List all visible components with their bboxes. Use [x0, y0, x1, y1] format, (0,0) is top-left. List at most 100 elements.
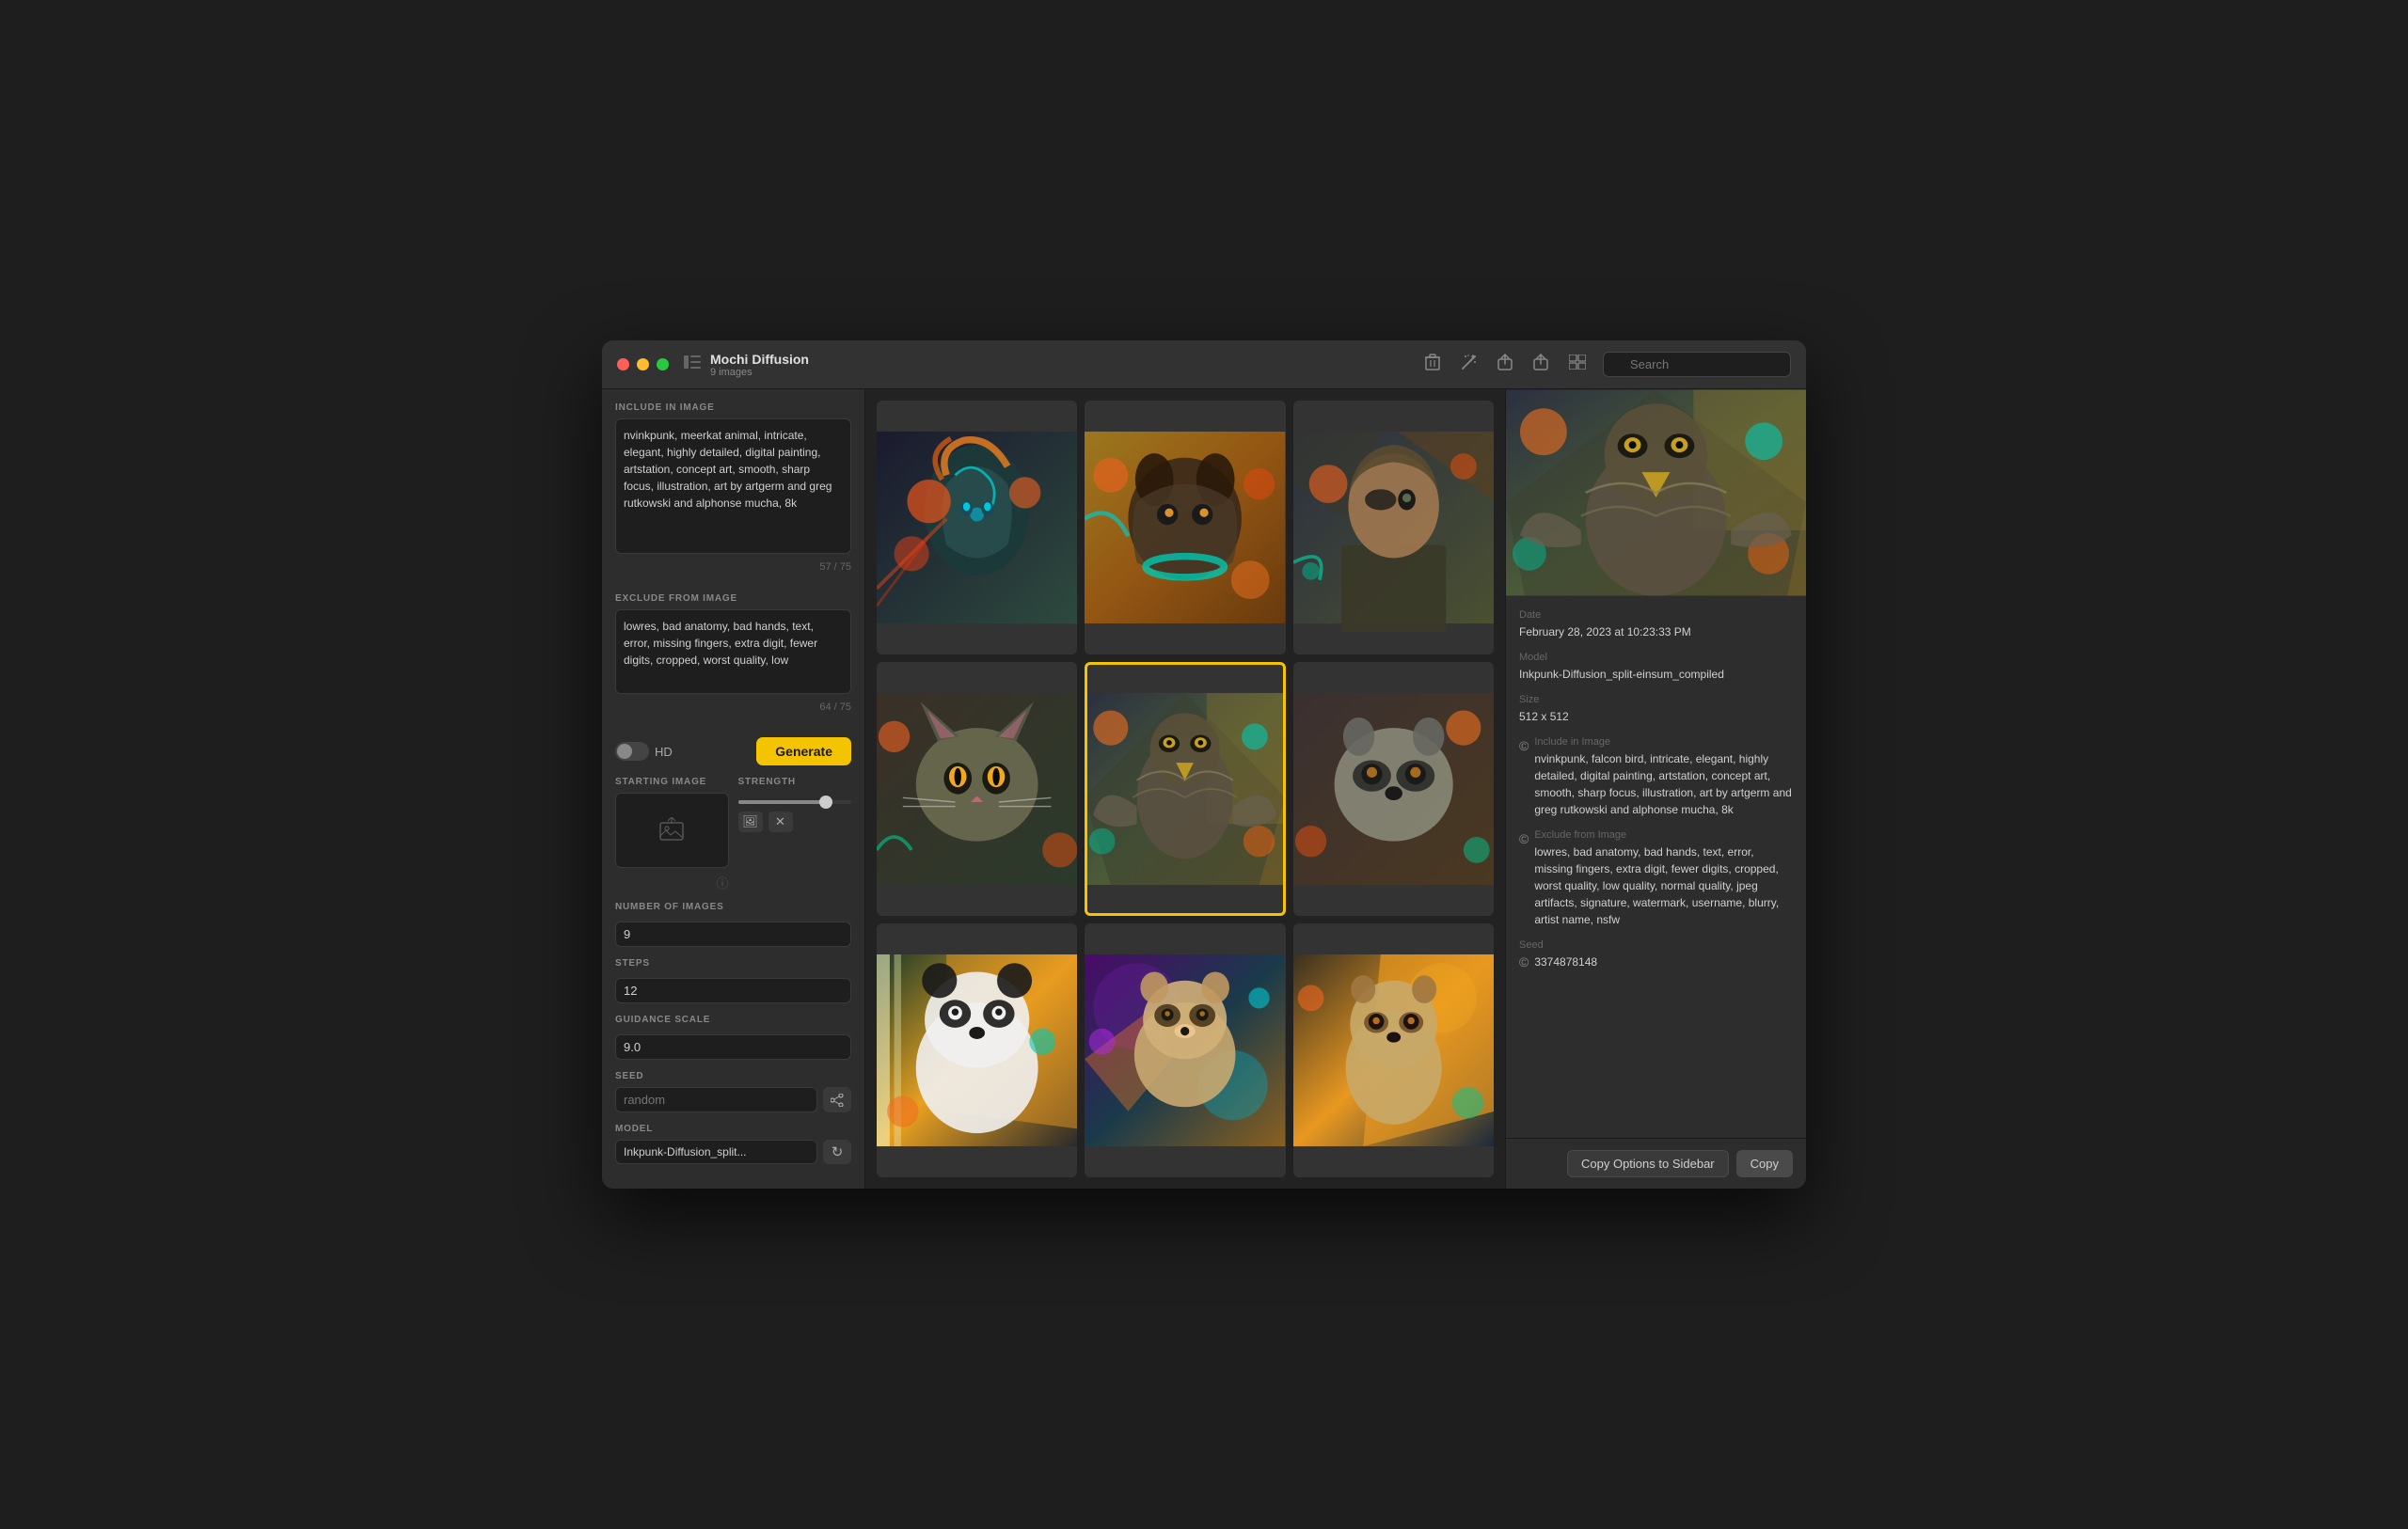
- preview-image: [1506, 389, 1806, 596]
- strength-slider-area[interactable]: [738, 800, 852, 804]
- seed-share-button[interactable]: [823, 1087, 851, 1112]
- search-wrapper: 🔍: [1603, 352, 1791, 377]
- right-panel: Date February 28, 2023 at 10:23:33 PM Mo…: [1505, 389, 1806, 1189]
- magic-wand-button[interactable]: [1457, 351, 1481, 379]
- titlebar-app-info: Mochi Diffusion 9 images: [710, 352, 809, 378]
- starting-image-col: STARTING IMAGE ⓘ: [615, 777, 729, 892]
- seed-field: SEED: [615, 1071, 851, 1112]
- starting-image-section: STARTING IMAGE ⓘ: [615, 777, 851, 892]
- model-select[interactable]: Inkpunk-Diffusion_split...: [615, 1140, 817, 1164]
- include-copy-icon[interactable]: ©: [1519, 738, 1529, 753]
- hd-switch[interactable]: [615, 742, 649, 761]
- titlebar-left: Mochi Diffusion 9 images: [684, 352, 809, 378]
- app-subtitle: 9 images: [710, 367, 809, 378]
- strength-clear-icon[interactable]: ✕: [768, 812, 793, 832]
- image-cell-6[interactable]: [1293, 662, 1494, 916]
- seed-input[interactable]: [615, 1087, 817, 1112]
- detail-seed: Seed © 3374878148: [1519, 939, 1793, 970]
- image-cell-5[interactable]: [1085, 662, 1285, 916]
- num-images-label: NUMBER OF IMAGES: [615, 902, 851, 912]
- titlebar: Mochi Diffusion 9 images: [602, 340, 1806, 389]
- num-images-input[interactable]: [615, 922, 851, 947]
- search-input[interactable]: [1603, 352, 1791, 377]
- strength-icons: 🖼 ✕: [738, 812, 852, 832]
- starting-image-drop[interactable]: [615, 793, 729, 868]
- model-label: MODEL: [615, 1124, 851, 1134]
- copy-options-button[interactable]: Copy Options to Sidebar: [1567, 1150, 1729, 1177]
- detail-exclude: © Exclude from Image lowres, bad anatomy…: [1519, 829, 1793, 928]
- exclude-field-group: EXCLUDE FROM IMAGE lowres, bad anatomy, …: [615, 593, 851, 722]
- strength-col: STRENGTH 🖼 ✕: [738, 777, 852, 892]
- titlebar-actions: 🔍: [1421, 350, 1791, 379]
- close-button[interactable]: [617, 358, 629, 370]
- exclude-label: EXCLUDE FROM IMAGE: [615, 593, 851, 604]
- size-label: Size: [1519, 694, 1793, 705]
- seed-detail-value: 3374878148: [1534, 954, 1597, 970]
- include-textarea[interactable]: nvinkpunk, meerkat animal, intricate, el…: [615, 418, 851, 554]
- strength-image-icon[interactable]: 🖼: [738, 812, 763, 832]
- hd-toggle[interactable]: HD: [615, 742, 673, 761]
- seed-detail-row: © 3374878148: [1519, 954, 1793, 970]
- guidance-field: GUIDANCE SCALE: [615, 1015, 851, 1060]
- image-grid: [865, 389, 1505, 1189]
- guidance-label: GUIDANCE SCALE: [615, 1015, 851, 1025]
- include-detail-value: nvinkpunk, falcon bird, intricate, elega…: [1534, 750, 1793, 818]
- exclude-detail-label: Exclude from Image: [1534, 829, 1793, 841]
- model-refresh-button[interactable]: ↻: [823, 1140, 851, 1164]
- date-value: February 28, 2023 at 10:23:33 PM: [1519, 623, 1793, 640]
- detail-model: Model Inkpunk-Diffusion_split-einsum_com…: [1519, 652, 1793, 683]
- info-icon: ⓘ: [716, 876, 728, 891]
- include-label: INCLUDE IN IMAGE: [615, 402, 851, 413]
- detail-include: © Include in Image nvinkpunk, falcon bir…: [1519, 736, 1793, 818]
- starting-image-label: STARTING IMAGE: [615, 777, 729, 787]
- steps-label: STEPS: [615, 958, 851, 969]
- image-cell-9[interactable]: [1293, 923, 1494, 1177]
- steps-input[interactable]: [615, 978, 851, 1003]
- app-window: Mochi Diffusion 9 images: [602, 340, 1806, 1189]
- seed-row: [615, 1087, 851, 1112]
- right-panel-footer: Copy Options to Sidebar Copy: [1506, 1138, 1806, 1189]
- size-value: 512 x 512: [1519, 708, 1793, 725]
- traffic-lights: [617, 358, 669, 370]
- detail-date: Date February 28, 2023 at 10:23:33 PM: [1519, 609, 1793, 640]
- view-toggle-button[interactable]: [1565, 351, 1590, 378]
- model-field: MODEL Inkpunk-Diffusion_split... ↻: [615, 1124, 851, 1164]
- model-detail-value: Inkpunk-Diffusion_split-einsum_compiled: [1519, 666, 1793, 683]
- export-button[interactable]: [1494, 350, 1516, 379]
- image-cell-1[interactable]: [877, 401, 1077, 654]
- main-content: INCLUDE IN IMAGE nvinkpunk, meerkat anim…: [602, 389, 1806, 1189]
- image-cell-2[interactable]: [1085, 401, 1285, 654]
- model-detail-label: Model: [1519, 652, 1793, 663]
- seed-detail-label: Seed: [1519, 939, 1793, 951]
- exclude-copy-icon[interactable]: ©: [1519, 831, 1529, 846]
- sidebar-toggle-icon[interactable]: [684, 355, 701, 373]
- generate-button[interactable]: Generate: [756, 737, 851, 765]
- model-row: Inkpunk-Diffusion_split... ↻: [615, 1140, 851, 1164]
- strength-label: STRENGTH: [738, 777, 852, 787]
- num-images-field: NUMBER OF IMAGES: [615, 902, 851, 947]
- include-char-count: 57 / 75: [615, 561, 851, 573]
- exclude-textarea[interactable]: lowres, bad anatomy, bad hands, text, er…: [615, 609, 851, 694]
- share-button[interactable]: [1529, 350, 1552, 379]
- copy-button[interactable]: Copy: [1736, 1150, 1793, 1177]
- image-cell-8[interactable]: [1085, 923, 1285, 1177]
- detail-size: Size 512 x 512: [1519, 694, 1793, 725]
- minimize-button[interactable]: [637, 358, 649, 370]
- image-cell-4[interactable]: [877, 662, 1077, 916]
- hd-generate-row: HD Generate: [615, 737, 851, 765]
- include-detail-label: Include in Image: [1534, 736, 1793, 748]
- hd-label: HD: [655, 745, 673, 759]
- seed-copy-icon-detail[interactable]: ©: [1519, 954, 1529, 969]
- sidebar: INCLUDE IN IMAGE nvinkpunk, meerkat anim…: [602, 389, 865, 1189]
- detail-info: Date February 28, 2023 at 10:23:33 PM Mo…: [1506, 596, 1806, 1138]
- image-cell-7[interactable]: [877, 923, 1077, 1177]
- trash-button[interactable]: [1421, 350, 1444, 379]
- steps-field: STEPS: [615, 958, 851, 1003]
- exclude-char-count: 64 / 75: [615, 701, 851, 713]
- fullscreen-button[interactable]: [657, 358, 669, 370]
- exclude-detail-value: lowres, bad anatomy, bad hands, text, er…: [1534, 843, 1793, 928]
- include-field-group: INCLUDE IN IMAGE nvinkpunk, meerkat anim…: [615, 402, 851, 582]
- guidance-input[interactable]: [615, 1034, 851, 1060]
- image-cell-3[interactable]: [1293, 401, 1494, 654]
- seed-label: SEED: [615, 1071, 851, 1081]
